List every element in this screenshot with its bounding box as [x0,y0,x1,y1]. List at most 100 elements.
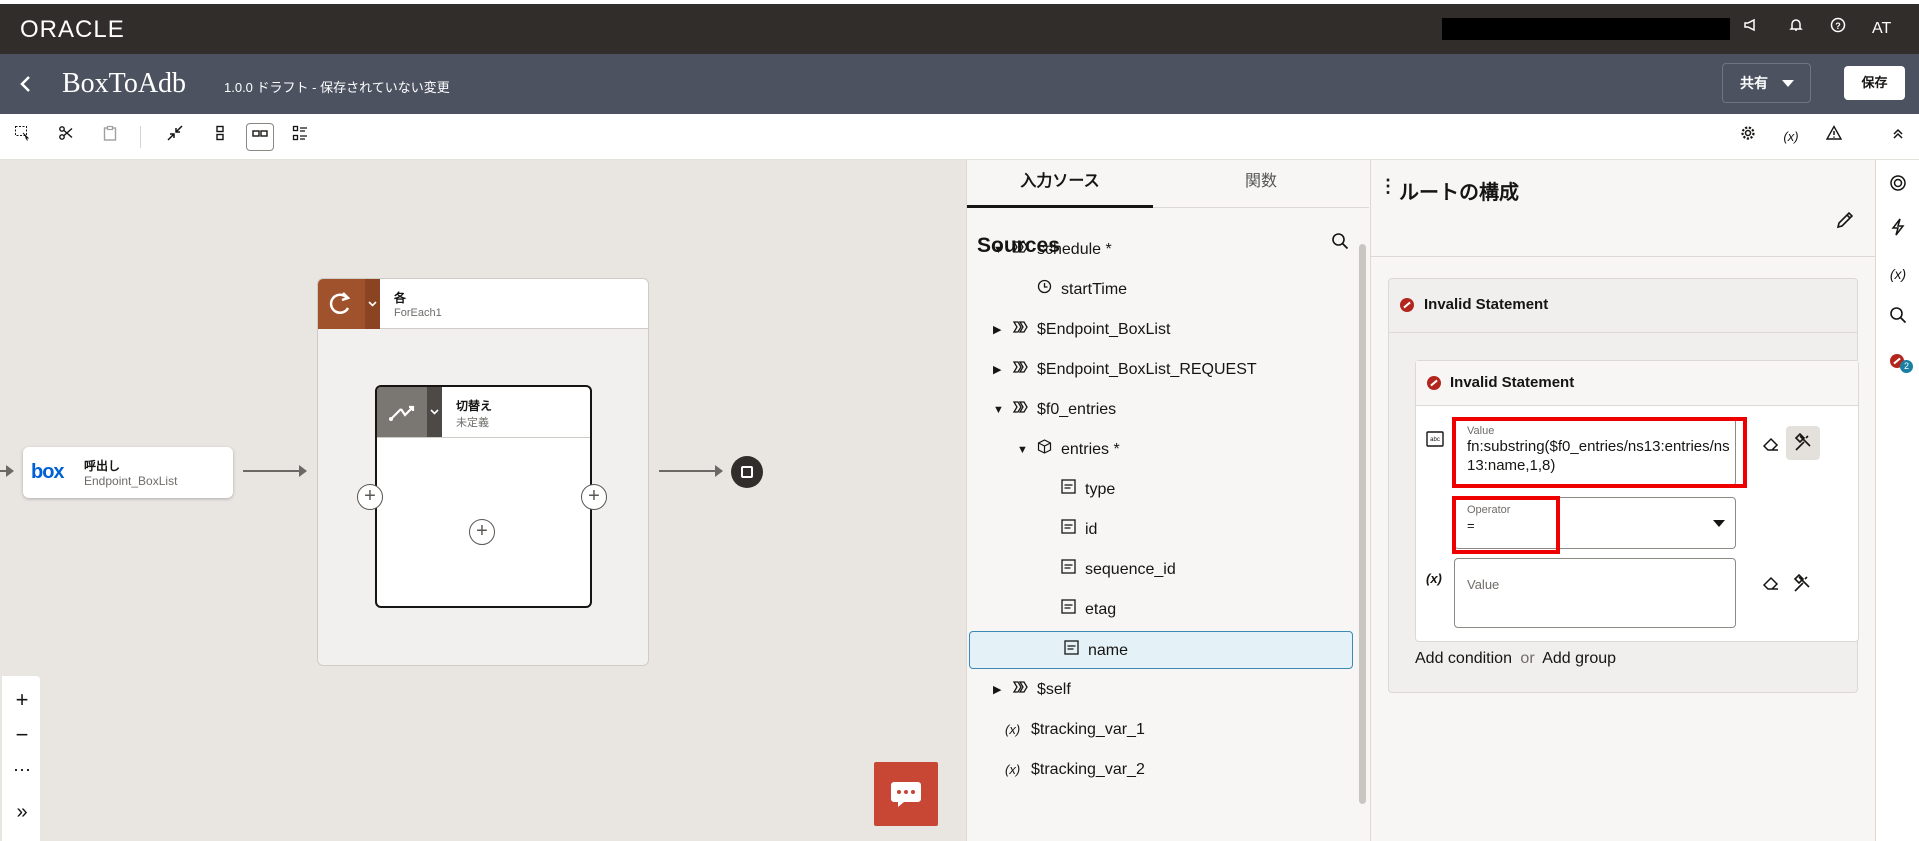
string-icon [1061,551,1076,589]
add-action-left-button[interactable]: + [357,484,383,510]
user-avatar[interactable]: AT [1872,17,1891,41]
collapse-caret-icon[interactable]: ▼ [993,391,1004,429]
tree-item[interactable]: ▶ $Endpoint_BoxList [967,311,1353,349]
cube-icon [1037,431,1052,469]
zoom-out-icon[interactable]: − [8,721,36,749]
tree-item[interactable]: (x) $tracking_var_1 [967,711,1353,749]
foreach-menu-chevron-icon[interactable] [365,279,380,329]
string-icon [1061,471,1076,509]
add-action-right-button[interactable]: + [581,484,607,510]
cut-icon[interactable] [52,123,80,151]
tree-item-label: sequence_id [1085,561,1176,578]
invoke-node-subtitle: Endpoint_BoxList [84,474,178,488]
bell-icon[interactable] [1784,17,1808,41]
tree-item[interactable]: etag [967,591,1353,629]
object-icon [1012,311,1029,349]
switch-menu-chevron-icon[interactable] [427,387,442,437]
error-icon [1400,298,1414,312]
object-icon [1012,671,1029,709]
chat-button[interactable] [874,762,938,826]
gear-icon[interactable] [1734,123,1762,151]
tree-item[interactable]: startTime [967,271,1353,309]
tools-icon [1794,432,1811,451]
lightning-icon[interactable] [1886,218,1910,242]
add-condition-link[interactable]: Add condition [1415,650,1512,667]
switch-node[interactable]: 切替え 未定義 [375,385,592,608]
horizontal-layout-icon[interactable] [246,123,274,151]
tree-item[interactable]: ▼ schedule * [967,231,1353,269]
add-group-link[interactable]: Add group [1542,650,1616,667]
string-icon [1064,632,1079,670]
zoom-in-icon[interactable]: + [8,686,36,714]
panel-drag-handle-icon[interactable]: ⋮ [1379,176,1397,197]
select-icon[interactable] [8,123,36,151]
save-button[interactable]: 保存 [1844,66,1905,100]
stop-icon [741,466,753,478]
more-options-icon[interactable]: ⋯ [8,756,36,784]
tree-item[interactable]: ▶ $self [967,671,1353,709]
tree-item-label: type [1085,481,1116,498]
expression-builder-button[interactable] [1786,426,1820,460]
tree-item[interactable]: type [967,471,1353,509]
tree-item[interactable]: ▶ $Endpoint_BoxList_REQUEST [967,351,1353,389]
switch-node-subtitle: 未定義 [456,417,489,429]
integration-title: BoxToAdb [62,68,187,99]
tree-item-label: $self [1037,681,1071,698]
tree-item-label: id [1085,521,1098,538]
tree-item[interactable]: ▼ $f0_entries [967,391,1353,429]
paste-icon[interactable] [96,123,124,151]
right-value-field[interactable]: Value [1454,558,1736,628]
flow-connector [0,465,14,477]
top-bar: ORACLE ? AT [0,4,1919,54]
sources-scrollbar[interactable] [1359,244,1366,804]
chevron-up-icon[interactable] [1884,123,1912,151]
share-button[interactable]: 共有 [1722,63,1811,103]
collapse-icon[interactable] [161,123,189,151]
collapse-caret-icon[interactable]: ▼ [1017,431,1028,469]
vertical-layout-icon[interactable] [206,123,234,151]
string-icon [1061,591,1076,629]
expand-caret-icon[interactable]: ▶ [993,671,1001,709]
tools-icon[interactable] [1792,573,1812,599]
flow-connector [243,465,307,477]
variable-icon: (x) [1005,722,1021,737]
help-icon[interactable]: ? [1826,17,1850,41]
end-node[interactable] [731,456,763,488]
variable-icon[interactable]: (x) [1777,123,1805,151]
foreach-node-header[interactable]: 各 ForEach1 [317,278,649,329]
add-route-action-button[interactable]: + [469,519,495,545]
panel-divider [1371,256,1876,257]
back-button[interactable] [14,70,38,98]
expand-icon[interactable]: » [8,798,36,826]
expand-caret-icon[interactable]: ▶ [993,351,1001,389]
search-icon[interactable] [1886,306,1910,330]
invoke-node[interactable]: box 呼出し Endpoint_BoxList [23,447,233,498]
target-icon[interactable] [1886,174,1910,198]
tab-input-sources[interactable]: 入力ソース [967,160,1153,208]
collapse-caret-icon[interactable]: ▼ [993,231,1004,269]
expand-caret-icon[interactable]: ▶ [993,311,1001,349]
invoke-node-title: 呼出し [84,459,121,473]
tree-item[interactable]: name [969,631,1353,669]
pseudo-view-icon[interactable] [286,123,314,151]
clock-icon [1037,271,1052,309]
chevron-down-icon [1782,80,1794,87]
eraser-icon[interactable] [1762,574,1780,597]
outer-error-header: Invalid Statement [1389,279,1857,333]
pencil-icon[interactable] [1835,210,1855,235]
tree-item[interactable]: ▼ entries * [967,431,1353,469]
eraser-icon[interactable] [1762,435,1780,458]
integration-canvas[interactable]: box 呼出し Endpoint_BoxList 各 ForEach1 切替え … [0,160,966,841]
variable-icon[interactable]: (x) [1886,262,1910,286]
tree-item[interactable]: (x) $tracking_var_2 [967,751,1353,789]
right-icon-rail: (x) 2 [1875,160,1919,841]
switch-icon [377,387,427,437]
svg-text:abc: abc [1430,437,1440,443]
tab-functions[interactable]: 関数 [1153,160,1369,208]
right-value-placeholder: Value [1467,577,1500,592]
tree-item[interactable]: id [967,511,1353,549]
errors-icon[interactable]: 2 [1886,350,1913,374]
megaphone-icon[interactable] [1739,17,1763,41]
warning-icon[interactable] [1820,123,1848,151]
tree-item[interactable]: sequence_id [967,551,1353,589]
